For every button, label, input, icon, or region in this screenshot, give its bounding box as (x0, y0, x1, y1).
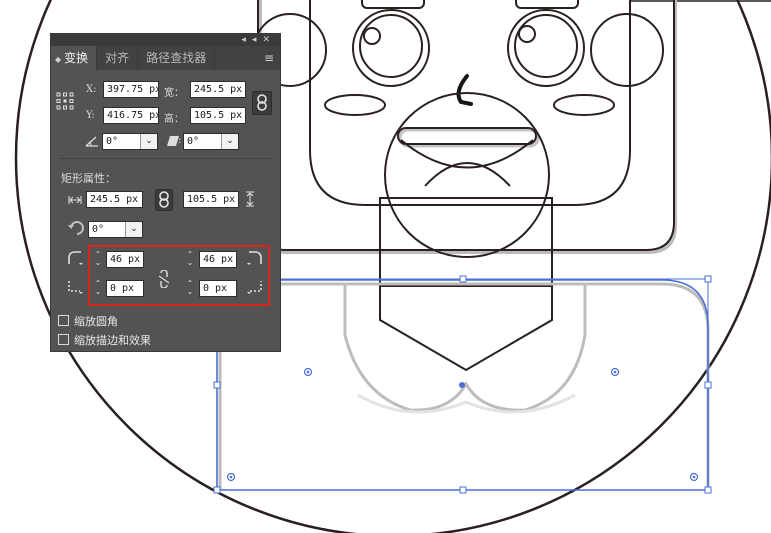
rotate-angle-icon (85, 136, 98, 147)
y-label: Y: (86, 110, 95, 121)
corner-br-stepper[interactable]: ⌃ ⌄ (184, 280, 196, 297)
shear-value: 0° (187, 136, 200, 147)
rect-constrain-button[interactable] (155, 189, 173, 211)
handle-top-right[interactable] (704, 275, 712, 283)
right-cheek (553, 94, 615, 116)
tab-align[interactable]: 对齐 (97, 46, 139, 70)
head-outline (257, 0, 675, 251)
chevron-down-icon: ⌄ (125, 222, 142, 237)
rect-width-input[interactable]: 245.5 px (86, 191, 143, 208)
right-eye-outer (507, 9, 585, 87)
right-eye-glint (518, 25, 536, 43)
tab-pathfinder[interactable]: 路径查找器 (138, 46, 216, 70)
corner-tl-stepper[interactable]: ⌃ ⌄ (92, 251, 104, 268)
scale-corners-label: 缩放圆角 (74, 315, 118, 328)
height-label: 高： (164, 114, 184, 125)
right-ear (590, 13, 664, 87)
corner-type-bl-icon[interactable] (66, 279, 84, 295)
corner-widget-dot-tl (306, 370, 310, 374)
left-eye-inner (359, 14, 423, 78)
hamburger-menu-icon[interactable]: ≡ (264, 46, 274, 70)
shear-colon: : (178, 135, 182, 146)
corner-widget-dot-tr (613, 370, 617, 374)
rect-height-input[interactable]: 105.5 px (183, 191, 239, 208)
corner-br-input[interactable]: 0 px (199, 280, 237, 297)
handle-top-center[interactable] (459, 275, 467, 283)
left-eye-outer (352, 9, 430, 87)
rect-height-icon (246, 191, 254, 207)
corner-bl-input[interactable]: 0 px (106, 280, 144, 297)
handle-mid-right[interactable] (704, 381, 712, 389)
right-eye-inner (514, 14, 578, 78)
rect-properties-title: 矩形属性： (61, 172, 116, 185)
angle-value: 0° (106, 136, 119, 147)
head-shape (258, 0, 677, 254)
tab-transform-label: 变换 (64, 51, 89, 65)
corner-bl-stepper[interactable]: ⌃ ⌄ (92, 280, 104, 297)
width-input[interactable]: 245.5 px (190, 81, 246, 98)
rect-rotate-dropdown[interactable]: 0° ⌄ (88, 221, 143, 238)
y-input[interactable]: 416.75 px (103, 107, 159, 124)
corner-widget-dot-br (692, 475, 696, 479)
scale-strokes-effects-checkbox[interactable] (58, 334, 69, 345)
left-eye-glint (363, 27, 381, 45)
angle-dropdown[interactable]: 0° ⌄ (102, 133, 158, 150)
left-cheek (324, 94, 386, 116)
tab-transform[interactable]: ◆ 变换 (51, 46, 98, 70)
center-point[interactable] (459, 382, 465, 388)
nose (456, 74, 473, 106)
collapse-icon[interactable]: ◂◂ (241, 35, 262, 45)
width-label: 宽： (164, 88, 184, 99)
corner-tl-input[interactable]: 46 px (106, 251, 144, 268)
chevron-down-icon: ⌄ (140, 134, 157, 149)
constrain-proportions-button[interactable] (252, 91, 272, 115)
chevron-down-icon: ⌄ (221, 134, 238, 149)
close-icon[interactable]: ✕ (262, 35, 276, 45)
handle-bottom-right[interactable] (704, 486, 712, 494)
corner-type-tl-icon[interactable] (66, 250, 84, 266)
x-input[interactable]: 397.75 px (103, 81, 159, 98)
tie-shape (379, 286, 553, 372)
panel-tabs: ◆ 变换 对齐 路径查找器 ≡ (51, 46, 280, 70)
mouth-circle (384, 92, 550, 258)
tongue (424, 162, 511, 187)
handle-bottom-center[interactable] (459, 486, 467, 494)
shear-dropdown[interactable]: 0° ⌄ (183, 133, 239, 150)
height-input[interactable]: 105.5 px (190, 107, 246, 124)
neck-rect (379, 197, 553, 287)
handle-mid-left[interactable] (213, 381, 221, 389)
rotate-icon (68, 221, 84, 235)
link-icon (257, 94, 267, 111)
section-divider (59, 158, 272, 159)
reference-point-icon[interactable] (56, 92, 74, 110)
rect-rotate-value: 0° (92, 224, 105, 235)
transform-panel: ◂◂✕ ◆ 变换 对齐 路径查找器 ≡ X: 397.75 px 宽： 245.5… (50, 33, 281, 352)
left-eye-top (361, 0, 425, 9)
corner-tr-input[interactable]: 46 px (199, 251, 237, 268)
unlink-corners-icon[interactable] (157, 270, 171, 288)
scale-corners-checkbox[interactable] (58, 315, 69, 326)
panel-titlebar[interactable]: ◂◂✕ (51, 34, 280, 46)
handle-bottom-left[interactable] (213, 486, 221, 494)
x-label: X: (86, 84, 97, 95)
tab-expand-icon: ◆ (55, 55, 62, 64)
corner-widget-dot-bl (229, 475, 233, 479)
scale-strokes-effects-label: 缩放描边和效果 (74, 334, 151, 347)
rect-width-icon (68, 196, 82, 204)
corner-tr-stepper[interactable]: ⌃ ⌄ (184, 251, 196, 268)
right-eye-top (515, 0, 579, 9)
link-icon (159, 191, 169, 208)
